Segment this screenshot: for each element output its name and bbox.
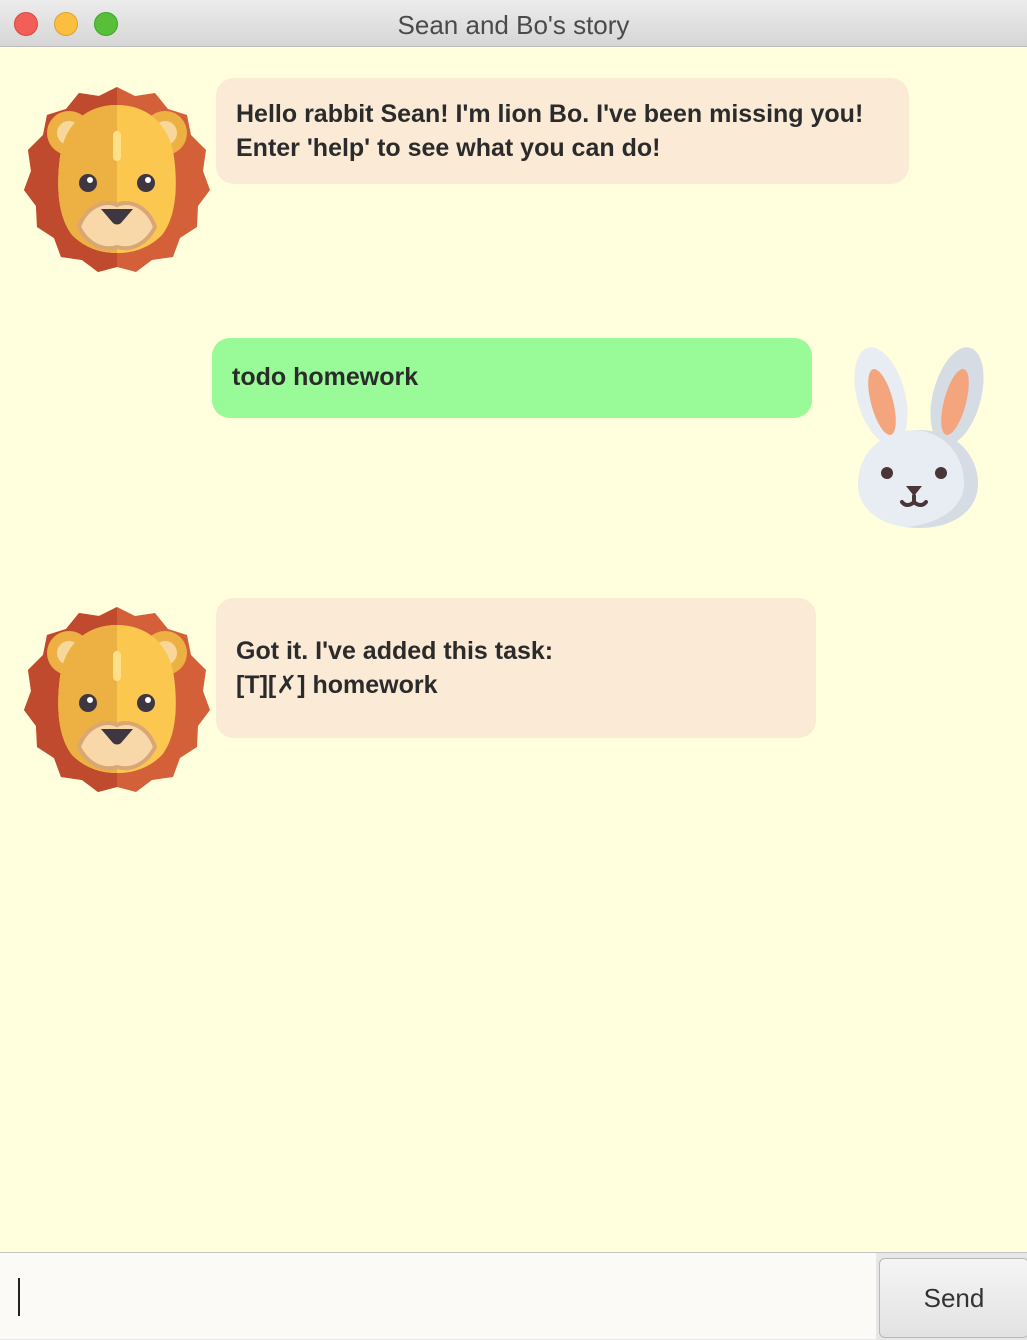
- text-caret: [18, 1278, 20, 1316]
- dialog-container[interactable]: Hello rabbit Sean! I'm lion Bo. I've bee…: [0, 48, 1027, 1252]
- lion-icon: [24, 87, 210, 272]
- window-title: Sean and Bo's story: [397, 10, 630, 40]
- lion-icon: [24, 607, 210, 792]
- bot-message-bubble: Hello rabbit Sean! I'm lion Bo. I've bee…: [216, 78, 909, 184]
- title-bar: Sean and Bo's story: [0, 0, 1027, 47]
- app-window: Sean and Bo's story Hello rabbit Sean! I…: [0, 0, 1027, 1340]
- bot-message-bubble: Got it. I've added this task: [T][✗] hom…: [216, 598, 816, 738]
- message-input[interactable]: [0, 1253, 876, 1339]
- rabbit-icon: [854, 347, 984, 528]
- user-message-bubble: todo homework: [212, 338, 812, 418]
- send-button[interactable]: Send: [879, 1258, 1027, 1338]
